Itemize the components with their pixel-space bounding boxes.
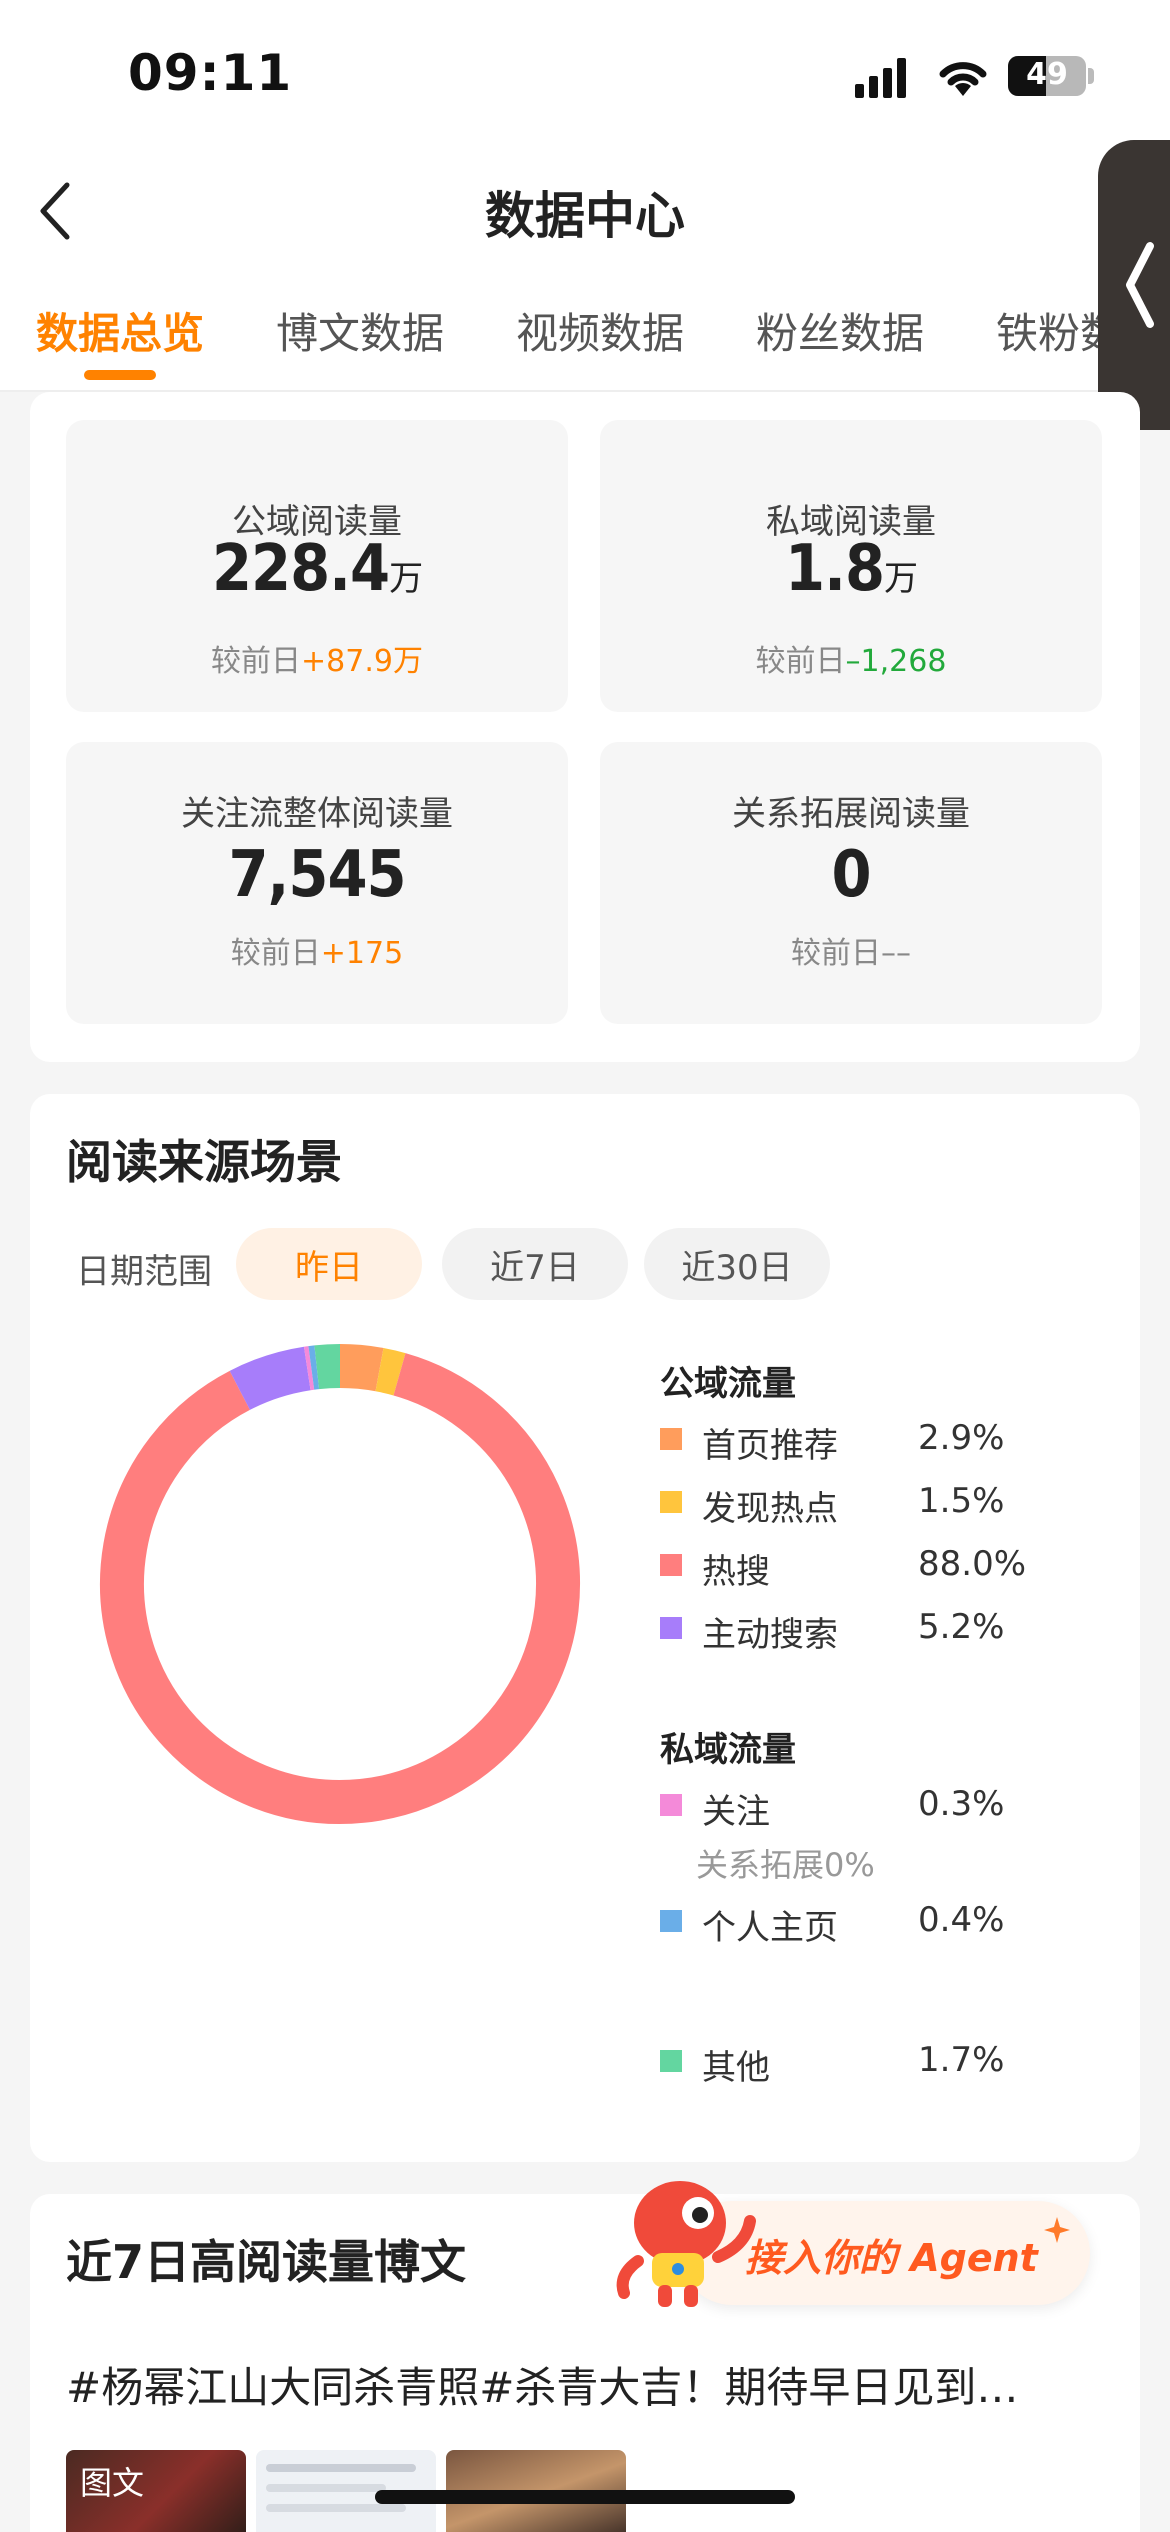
legend-swatch bbox=[660, 2050, 682, 2072]
mascot-icon bbox=[616, 2181, 756, 2307]
donut-slice-主动搜索 bbox=[229, 1346, 312, 1411]
legend-item: 首页推荐 2.9% bbox=[660, 1416, 1080, 1466]
legend-name: 热搜 bbox=[702, 1552, 770, 1592]
tab-bar: 数据总览 博文数据 视频数据 粉丝数据 铁粉数 bbox=[0, 270, 1170, 392]
stat-follow-feed-reads[interactable]: 关注流整体阅读量 7,545 较前日+175 bbox=[66, 742, 568, 1024]
legend-public-title: 公域流量 bbox=[660, 1364, 796, 1404]
battery-icon: 49 bbox=[1008, 56, 1086, 96]
stat-value: 1.8万 bbox=[785, 532, 918, 606]
legend-swatch bbox=[660, 1910, 682, 1932]
donut-slice-发现热点 bbox=[375, 1347, 406, 1396]
legend-name: 发现热点 bbox=[702, 1489, 838, 1529]
tab-video-data[interactable]: 视频数据 bbox=[516, 300, 684, 361]
stat-compare: 较前日+175 bbox=[230, 936, 404, 971]
range-7d[interactable]: 近7日 bbox=[442, 1228, 628, 1300]
legend-percent: 5.2% bbox=[918, 1607, 1005, 1647]
legend-swatch bbox=[660, 1428, 682, 1450]
date-range-label: 日期范围 bbox=[76, 1252, 212, 1292]
legend-name: 首页推荐 bbox=[702, 1426, 838, 1466]
stats-card: 公域阅读量 228.4万 较前日+87.9万 私域阅读量 1.8万 较前日–1,… bbox=[30, 392, 1140, 1062]
section-title: 阅读来源场景 bbox=[66, 1135, 342, 1189]
agent-banner[interactable]: 接入你的 Agent bbox=[610, 2165, 1110, 2315]
donut-slice-关注 bbox=[303, 1346, 315, 1391]
legend-item: 个人主页 0.4% bbox=[660, 1898, 1080, 1948]
tab-indicator bbox=[84, 370, 156, 380]
stat-compare: 较前日+87.9万 bbox=[211, 644, 423, 679]
donut-slice-个人主页 bbox=[308, 1345, 320, 1390]
tab-fans-data[interactable]: 粉丝数据 bbox=[756, 300, 924, 361]
home-indicator bbox=[375, 2490, 795, 2504]
wifi-icon bbox=[935, 52, 991, 98]
legend-relation-note: 关系拓展0% bbox=[696, 1846, 875, 1884]
legend-percent: 1.7% bbox=[918, 2040, 1005, 2080]
status-time: 09:11 bbox=[128, 44, 293, 102]
legend-name: 个人主页 bbox=[702, 1908, 838, 1948]
legend-item: 关注 0.3% bbox=[660, 1782, 1080, 1832]
donut-slice-首页推荐 bbox=[339, 1344, 384, 1392]
legend-name: 关注 bbox=[702, 1792, 770, 1832]
donut-slice-热搜 bbox=[100, 1353, 580, 1824]
thumb-tag: 图文 bbox=[80, 2464, 145, 2502]
stat-label: 关系拓展阅读量 bbox=[732, 794, 970, 834]
stat-value: 0 bbox=[831, 838, 871, 912]
signal-icon bbox=[855, 58, 915, 98]
section-title: 近7日高阅读量博文 bbox=[66, 2235, 467, 2289]
battery-level: 49 bbox=[1026, 57, 1068, 92]
legend-name: 其他 bbox=[702, 2048, 770, 2088]
legend-item: 发现热点 1.5% bbox=[660, 1479, 1080, 1529]
battery-tip bbox=[1088, 68, 1094, 84]
stat-compare: 较前日–1,268 bbox=[755, 644, 947, 679]
chevron-left-icon bbox=[1126, 242, 1154, 328]
sparkle-icon bbox=[1044, 2217, 1070, 2243]
stat-compare: 较前日–– bbox=[791, 936, 911, 971]
stat-public-reads[interactable]: 公域阅读量 228.4万 较前日+87.9万 bbox=[66, 420, 568, 712]
stat-label: 关注流整体阅读量 bbox=[181, 794, 453, 834]
legend-swatch bbox=[660, 1491, 682, 1513]
status-bar: 09:11 49 bbox=[0, 0, 1170, 150]
range-30d[interactable]: 近30日 bbox=[644, 1228, 830, 1300]
legend-item: 热搜 88.0% bbox=[660, 1542, 1080, 1592]
legend-percent: 0.4% bbox=[918, 1900, 1005, 1940]
donut-chart bbox=[100, 1344, 580, 1824]
donut-slice-其他 bbox=[314, 1344, 341, 1390]
legend-swatch bbox=[660, 1794, 682, 1816]
page-title: 数据中心 bbox=[485, 187, 685, 245]
stat-value: 7,545 bbox=[228, 838, 406, 912]
post-thumbnail[interactable]: 图文 bbox=[66, 2450, 246, 2532]
legend-item: 主动搜索 5.2% bbox=[660, 1605, 1080, 1655]
range-yesterday[interactable]: 昨日 bbox=[236, 1228, 422, 1300]
legend-percent: 1.5% bbox=[918, 1481, 1005, 1521]
agent-label: 接入你的 Agent bbox=[745, 2236, 1038, 2280]
legend-swatch bbox=[660, 1554, 682, 1576]
header: 09:11 49 数据中心 数据总览 博文数据 视频数据 粉丝数据 铁粉数 bbox=[0, 0, 1170, 392]
tab-overview[interactable]: 数据总览 bbox=[36, 300, 204, 361]
legend-percent: 0.3% bbox=[918, 1784, 1005, 1824]
legend-swatch bbox=[660, 1617, 682, 1639]
stat-private-reads[interactable]: 私域阅读量 1.8万 较前日–1,268 bbox=[600, 420, 1102, 712]
post-title[interactable]: #杨幂江山大同杀青照#杀青大吉！期待早日见到… bbox=[66, 2354, 1018, 2415]
side-drawer-handle[interactable] bbox=[1098, 140, 1170, 430]
nav-bar: 数据中心 bbox=[0, 150, 1170, 270]
legend-percent: 88.0% bbox=[918, 1544, 1027, 1584]
stat-value: 228.4万 bbox=[211, 532, 423, 606]
legend-item: 其他 1.7% bbox=[660, 2038, 1080, 2088]
tab-post-data[interactable]: 博文数据 bbox=[276, 300, 444, 361]
legend-name: 主动搜索 bbox=[702, 1615, 838, 1655]
read-source-card: 阅读来源场景 日期范围 昨日 近7日 近30日 公域流量 首页推荐 2.9% 发… bbox=[30, 1094, 1140, 2162]
stat-relation-reads[interactable]: 关系拓展阅读量 0 较前日–– bbox=[600, 742, 1102, 1024]
legend-percent: 2.9% bbox=[918, 1418, 1005, 1458]
legend-private-title: 私域流量 bbox=[660, 1730, 796, 1770]
